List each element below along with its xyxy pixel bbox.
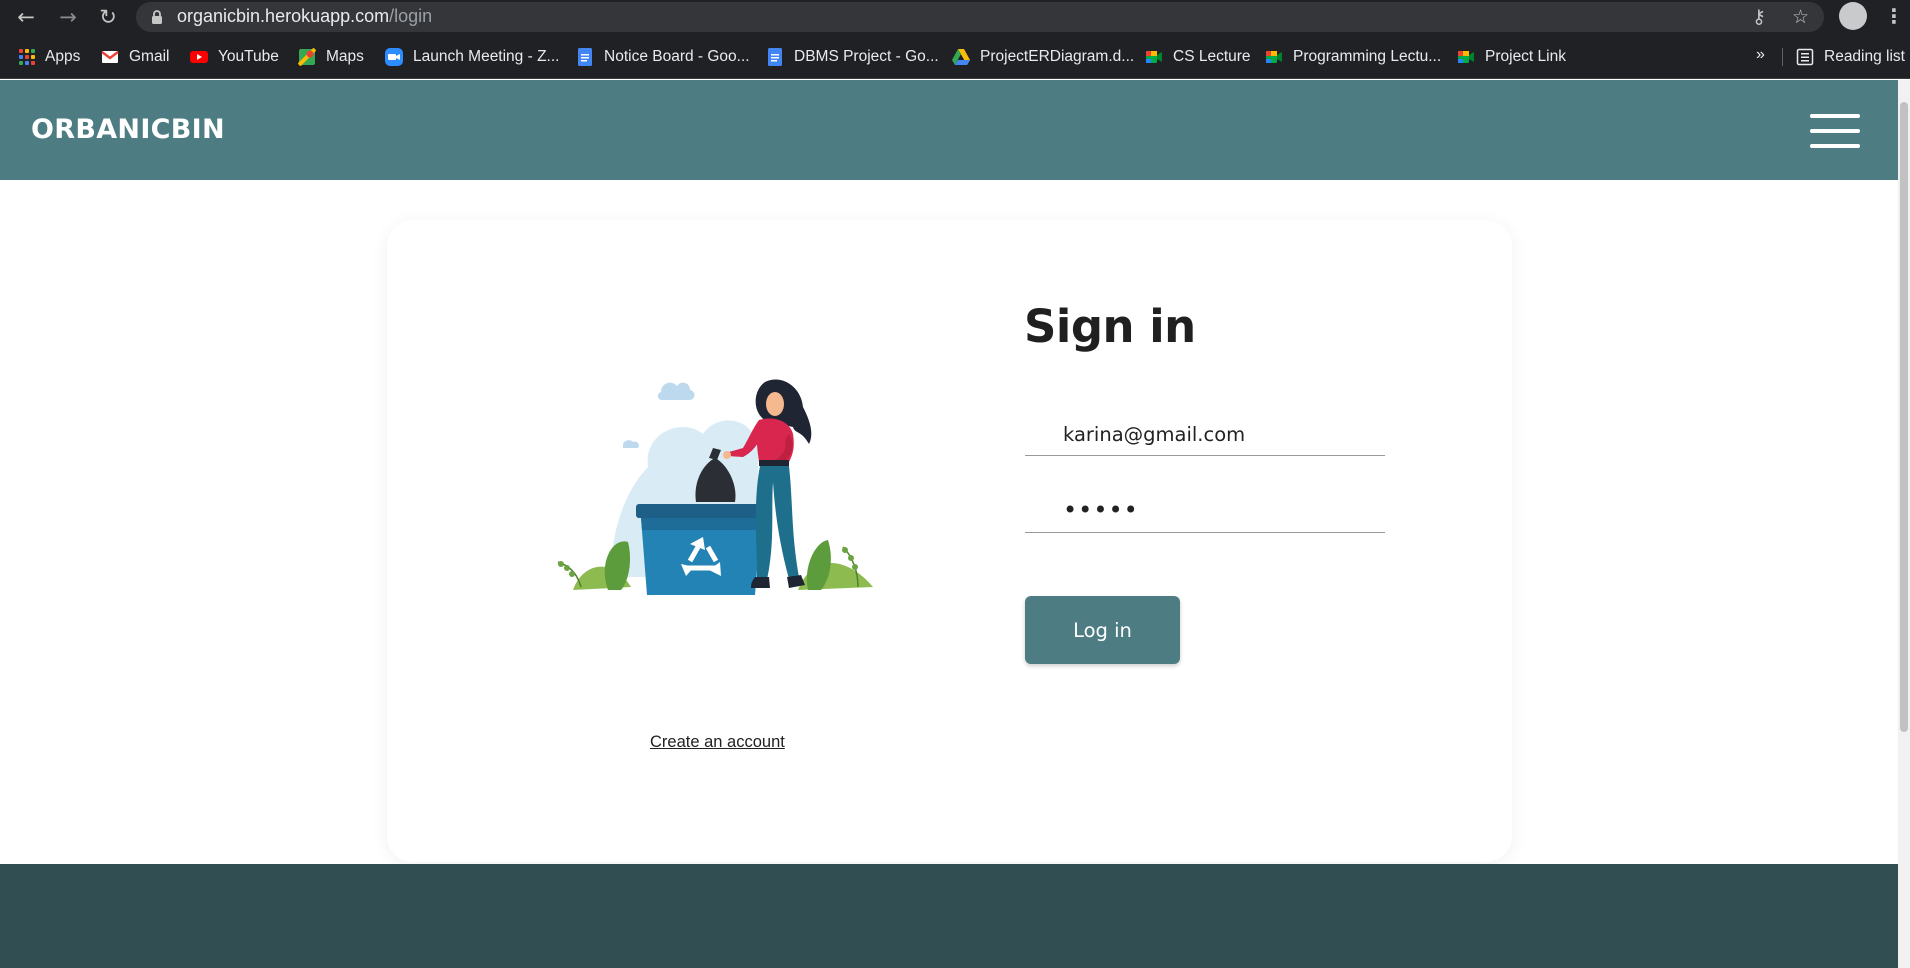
bookmark-apps[interactable]: Apps xyxy=(19,46,80,68)
google-meet-icon xyxy=(1266,51,1282,63)
profile-avatar[interactable] xyxy=(1839,2,1867,30)
forward-icon[interactable]: → xyxy=(54,4,82,30)
page-scrollbar[interactable] xyxy=(1898,80,1910,968)
bookmarks-divider xyxy=(1782,48,1783,66)
bookmark-project-er-diagram[interactable]: ProjectERDiagram.d... xyxy=(952,46,1134,68)
signin-title: Sign in xyxy=(1024,300,1196,353)
bookmark-project-link[interactable]: Project Link xyxy=(1457,46,1566,68)
reading-list-label: Reading list xyxy=(1824,48,1905,65)
bookmark-programming-lecture[interactable]: Programming Lectu... xyxy=(1265,46,1441,68)
google-meet-icon xyxy=(1146,51,1162,63)
bookmark-label: ProjectERDiagram.d... xyxy=(980,48,1135,65)
bookmark-label: Gmail xyxy=(129,48,170,65)
bookmark-label: DBMS Project - Go... xyxy=(794,48,939,65)
bookmark-gmail[interactable]: Gmail xyxy=(101,46,169,68)
bookmark-label: Programming Lectu... xyxy=(1293,48,1442,65)
reload-icon[interactable]: ↻ xyxy=(94,4,122,30)
youtube-icon xyxy=(190,51,208,63)
reading-list-button[interactable]: Reading list xyxy=(1796,46,1905,68)
zoom-icon xyxy=(385,48,403,66)
back-icon[interactable]: ← xyxy=(12,4,40,30)
google-drive-icon xyxy=(952,49,970,65)
bookmark-cs-lecture[interactable]: CS Lecture xyxy=(1145,46,1251,68)
star-icon[interactable]: ☆ xyxy=(1792,5,1809,29)
bookmark-label: CS Lecture xyxy=(1173,48,1251,65)
maps-icon xyxy=(298,48,316,66)
google-meet-icon xyxy=(1458,51,1474,63)
bookmark-label: Launch Meeting - Z... xyxy=(413,48,560,65)
scrollbar-thumb[interactable] xyxy=(1900,102,1908,732)
reading-list-icon xyxy=(1796,48,1814,66)
gmail-icon xyxy=(101,51,119,63)
key-icon[interactable]: ⚷ xyxy=(1752,5,1766,29)
bookmark-launch-meeting[interactable]: Launch Meeting - Z... xyxy=(385,46,559,68)
more-bookmarks-button[interactable]: » xyxy=(1756,46,1765,64)
bookmark-label: Project Link xyxy=(1485,48,1566,65)
google-docs-icon xyxy=(768,48,782,66)
bookmark-label: YouTube xyxy=(218,48,279,65)
apps-grid-icon xyxy=(19,49,35,65)
url-text[interactable]: organicbin.herokuapp.com/login xyxy=(177,6,432,27)
site-footer xyxy=(0,864,1898,968)
bookmark-notice-board[interactable]: Notice Board - Goo... xyxy=(576,46,750,68)
site-header: ORBANICBIN xyxy=(0,80,1898,180)
recycling-illustration xyxy=(557,379,873,595)
brand-logo[interactable]: ORBANICBIN xyxy=(31,114,225,145)
bookmark-label: Maps xyxy=(326,48,364,65)
password-field[interactable] xyxy=(1025,488,1385,533)
email-field[interactable] xyxy=(1025,413,1385,456)
create-account-link[interactable]: Create an account xyxy=(650,733,785,752)
login-button[interactable]: Log in xyxy=(1025,596,1180,664)
google-docs-icon xyxy=(578,48,592,66)
browser-toolbar: ← → ↻ organicbin.herokuapp.com/login ⚷ ☆… xyxy=(0,0,1910,34)
bookmark-dbms-project[interactable]: DBMS Project - Go... xyxy=(766,46,939,68)
bookmark-label: Notice Board - Goo... xyxy=(604,48,750,65)
bookmark-label: Apps xyxy=(45,48,81,65)
bookmark-youtube[interactable]: YouTube xyxy=(190,46,279,68)
kebab-menu-icon[interactable]: ⋮ xyxy=(1884,4,1904,28)
bookmarks-bar: Apps Gmail YouTube Maps Launch Meeting -… xyxy=(0,34,1910,79)
bookmark-maps[interactable]: Maps xyxy=(298,46,364,68)
hamburger-menu-icon[interactable] xyxy=(1810,114,1860,148)
lock-icon xyxy=(152,10,162,24)
